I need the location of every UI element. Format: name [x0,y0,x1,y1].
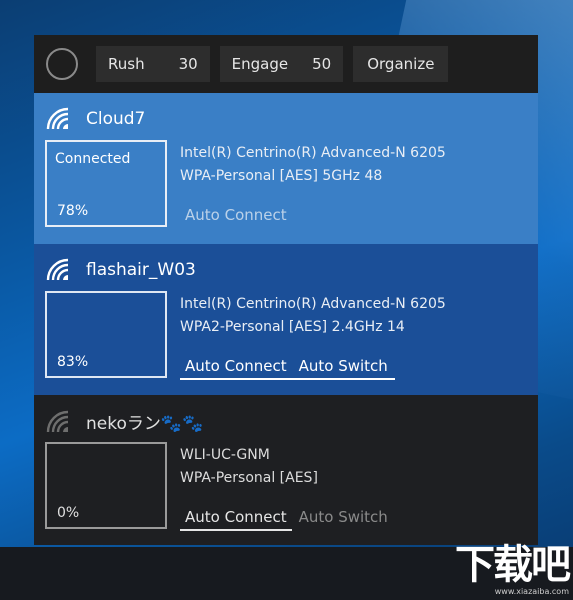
adapter-name: Intel(R) Centrino(R) Advanced-N 6205 [180,145,446,161]
auto-connect-toggle[interactable]: Auto Connect [180,353,292,378]
network-item[interactable]: nekoラン🐾🐾 0% WLI-UC-GNM WPA-Personal [AES… [34,395,538,545]
wifi-signal-icon [46,107,69,130]
adapter-name: Intel(R) Centrino(R) Advanced-N 6205 [180,296,446,312]
wifi-signal-icon [46,410,69,432]
auto-connect-toggle[interactable]: Auto Connect [180,504,292,531]
rush-value[interactable]: 30 [179,55,198,73]
rush-control[interactable]: Rush 30 [96,46,210,82]
engage-value[interactable]: 50 [312,55,331,73]
security-info: WPA2-Personal [AES] 2.4GHz 14 [180,319,405,335]
signal-box[interactable]: 83% [45,291,167,378]
signal-box[interactable]: Connected 78% [45,140,167,227]
signal-box[interactable]: 0% [45,442,167,529]
watermark-logo: 下载吧 www.xiazaiba.com [431,542,571,599]
security-info: WPA-Personal [AES] [180,470,318,486]
network-header: Cloud7 [46,107,145,131]
rush-label: Rush [108,55,145,73]
toolbar: Rush 30 Engage 50 Organize [34,35,538,93]
network-options: Auto Connect Auto Switch [180,353,395,380]
network-ssid: Cloud7 [86,109,146,129]
refresh-circle-button[interactable] [46,48,78,80]
signal-percentage: 83% [57,354,89,370]
wifi-signal-icon [46,258,69,281]
watermark-title: 下载吧 [455,542,571,588]
auto-connect-toggle[interactable]: Auto Connect [180,202,292,227]
network-info: Intel(R) Centrino(R) Advanced-N 6205 WPA… [180,293,446,339]
network-ssid: nekoラン🐾🐾 [86,414,204,434]
network-item[interactable]: Cloud7 Connected 78% Intel(R) Centrino(R… [34,93,538,244]
network-info: WLI-UC-GNM WPA-Personal [AES] [180,444,318,490]
organize-label: Organize [367,55,435,73]
adapter-name: WLI-UC-GNM [180,447,270,463]
network-item[interactable]: flashair_W03 83% Intel(R) Centrino(R) Ad… [34,244,538,395]
signal-percentage: 78% [57,203,89,219]
network-header: flashair_W03 [46,258,196,282]
auto-switch-toggle[interactable]: Auto Switch [294,504,393,531]
network-ssid: flashair_W03 [86,260,196,280]
engage-label: Engage [231,55,289,73]
wifi-flyout-panel: Rush 30 Engage 50 Organize Cloud7 Connec… [34,35,538,545]
network-options: Auto Connect [180,202,294,227]
watermark-url: www.xiazaiba.com [494,587,569,596]
auto-switch-toggle[interactable]: Auto Switch [294,353,393,378]
engage-control[interactable]: Engage 50 [219,46,344,82]
signal-percentage: 0% [57,505,80,521]
network-info: Intel(R) Centrino(R) Advanced-N 6205 WPA… [180,142,446,188]
network-header: nekoラン🐾🐾 [46,409,203,434]
security-info: WPA-Personal [AES] 5GHz 48 [180,168,383,184]
organize-button[interactable]: Organize [353,46,449,82]
network-options: Auto Connect Auto Switch [180,504,395,531]
connection-status: Connected [55,151,131,167]
